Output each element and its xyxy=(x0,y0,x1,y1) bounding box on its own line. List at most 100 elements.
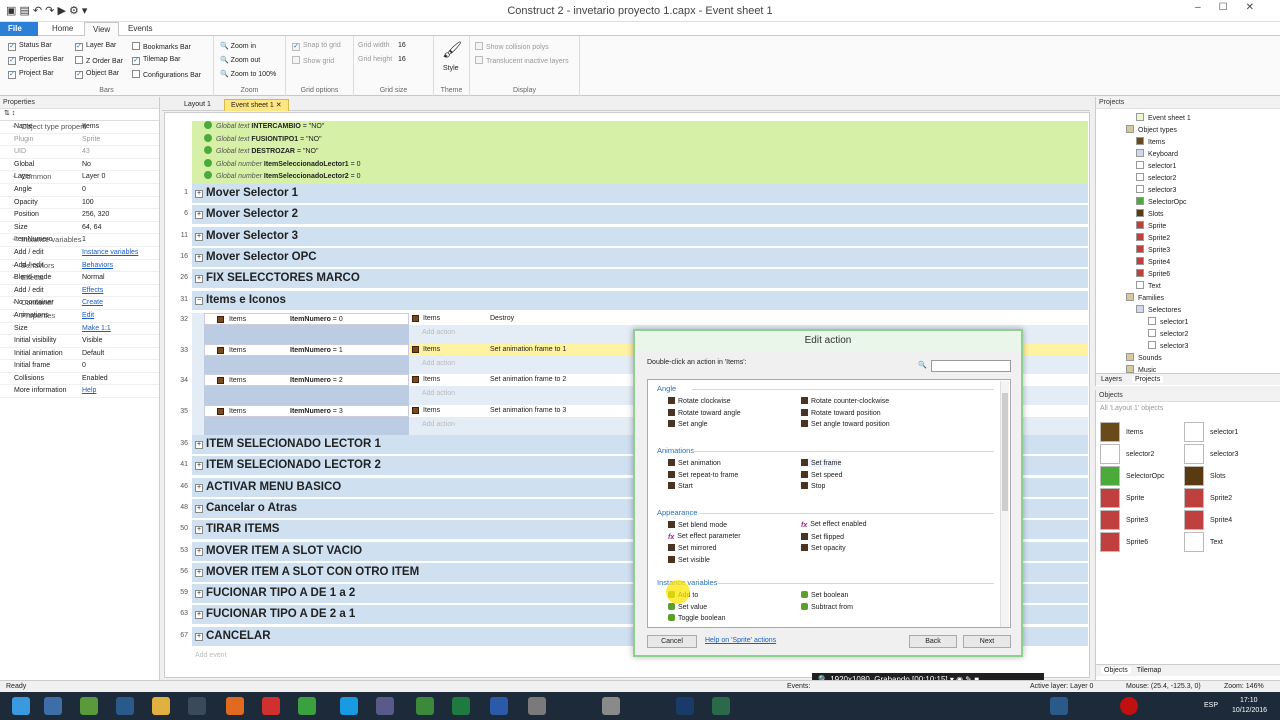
expand-icon[interactable]: + xyxy=(195,211,203,219)
excel-icon[interactable] xyxy=(452,697,470,715)
tab-projects[interactable]: Projects xyxy=(1131,376,1164,383)
action-item[interactable]: Set visible xyxy=(668,555,710,564)
next-button[interactable]: Next xyxy=(963,635,1011,648)
property-row[interactable]: Initial frame 0 xyxy=(0,360,159,373)
property-row[interactable]: Collisions Enabled xyxy=(0,373,159,386)
action-item[interactable]: Rotate toward position xyxy=(801,408,881,417)
tree-item[interactable]: Sprite3 xyxy=(1136,245,1170,254)
expand-icon[interactable]: + xyxy=(195,483,203,492)
condition-area[interactable] xyxy=(204,417,409,437)
property-value[interactable]: Create xyxy=(82,297,103,310)
grid-height-input[interactable]: 16 xyxy=(398,56,406,63)
style-button[interactable]: Style xyxy=(443,65,459,72)
property-value[interactable]: Help xyxy=(82,385,96,398)
action-item[interactable]: Set repeat-to frame xyxy=(668,470,738,479)
object-item[interactable]: Sprite4 xyxy=(1184,510,1232,530)
objects-filter[interactable]: All 'Layout 1' objects xyxy=(1096,402,1280,415)
action-item[interactable]: Rotate counter-clockwise xyxy=(801,397,889,405)
app-icon[interactable] xyxy=(416,697,434,715)
property-value[interactable]: Edit xyxy=(82,310,94,323)
property-row[interactable]: Initial animation Default xyxy=(0,348,159,361)
zoom-in-button[interactable]: 🔍 Zoom in xyxy=(220,42,256,50)
action-item[interactable]: Set mirrored xyxy=(668,544,717,552)
app-icon[interactable] xyxy=(44,697,62,715)
app-icon[interactable] xyxy=(80,697,98,715)
add-event-link[interactable]: Add event xyxy=(195,652,227,659)
tree-item[interactable]: Families xyxy=(1126,293,1164,302)
tree-item[interactable]: SelectorOpc xyxy=(1136,197,1187,206)
layer-bar-toggle[interactable]: ✓ Layer Bar xyxy=(75,42,116,51)
property-value[interactable]: Behaviors xyxy=(82,260,113,273)
tree-item[interactable]: selector2 xyxy=(1136,173,1176,182)
action-item[interactable]: fx Set effect enabled xyxy=(801,521,867,529)
action-item[interactable]: Set blend mode xyxy=(668,521,727,529)
project-bar-toggle[interactable]: ✓ Project Bar xyxy=(8,70,54,79)
chrome-icon[interactable] xyxy=(298,697,316,715)
grid-width-input[interactable]: 16 xyxy=(398,42,406,49)
cancel-button[interactable]: Cancel xyxy=(647,635,697,648)
property-row[interactable]: Position 256, 320 xyxy=(0,209,159,222)
tree-item[interactable]: selector3 xyxy=(1136,185,1176,194)
tree-item[interactable]: Selectores xyxy=(1136,305,1181,314)
event-group[interactable]: 16 + Mover Selector OPC xyxy=(180,248,1088,268)
action-item[interactable]: Set opacity xyxy=(801,544,846,552)
condition[interactable]: Items ItemNumero = 3 xyxy=(204,405,409,418)
action[interactable]: Items Destroy xyxy=(409,313,1088,325)
z-order-bar-toggle[interactable]: Z Order Bar xyxy=(75,56,123,65)
expand-icon[interactable]: + xyxy=(195,611,203,620)
tab-layers[interactable]: Layers xyxy=(1101,376,1122,383)
app-icon[interactable] xyxy=(376,697,394,715)
object-item[interactable]: selector3 xyxy=(1184,444,1238,464)
tree-item[interactable]: Text xyxy=(1136,281,1161,290)
properties-bar-toggle[interactable]: ✓ Properties Bar xyxy=(8,56,64,65)
action-item[interactable]: Rotate toward angle xyxy=(668,408,741,417)
expand-icon[interactable]: + xyxy=(195,526,203,535)
action-item[interactable]: Stop xyxy=(801,482,825,490)
action-item[interactable]: Set speed xyxy=(801,470,843,479)
property-row[interactable]: Animations Edit xyxy=(0,310,159,323)
sort-icon[interactable]: ⇅ ↕ xyxy=(0,109,159,121)
condition[interactable]: Items ItemNumero = 1 xyxy=(204,343,409,356)
expand-icon[interactable]: + xyxy=(195,504,203,513)
folder-icon[interactable] xyxy=(152,697,170,715)
property-row[interactable]: Size Make 1:1 xyxy=(0,323,159,336)
object-item[interactable]: Items xyxy=(1100,422,1143,442)
tree-item[interactable]: Sounds xyxy=(1126,353,1162,362)
action-item[interactable]: Toggle boolean xyxy=(668,614,726,622)
action-item[interactable]: Set animation xyxy=(668,459,721,467)
property-value[interactable]: Make 1:1 xyxy=(82,323,111,336)
nox-icon[interactable] xyxy=(712,697,730,715)
gear-icon[interactable] xyxy=(602,697,620,715)
object-item[interactable]: selector2 xyxy=(1100,444,1154,464)
show-grid-toggle[interactable]: Show grid xyxy=(292,56,334,65)
property-value[interactable]: Effects xyxy=(82,285,103,298)
add-action-link[interactable]: Add action xyxy=(422,329,455,336)
tree-item[interactable]: selector1 xyxy=(1148,317,1188,326)
skype-icon[interactable] xyxy=(340,697,358,715)
back-button[interactable]: Back xyxy=(909,635,957,648)
property-row[interactable]: Add / edit Instance variables xyxy=(0,247,159,260)
expand-icon[interactable]: + xyxy=(195,441,203,449)
event-group[interactable]: 1 + Mover Selector 1 xyxy=(184,184,1088,204)
action-item[interactable]: Subtract from xyxy=(801,602,853,611)
tree-item[interactable]: Slots xyxy=(1136,209,1164,218)
window-controls[interactable]: ‒☐✕ xyxy=(1195,2,1272,13)
property-row[interactable]: No container Create xyxy=(0,297,159,310)
object-item[interactable]: Slots xyxy=(1184,466,1226,486)
expand-icon[interactable]: + xyxy=(195,275,203,283)
event-group[interactable]: 26 + FIX SELECCTORES MARCO xyxy=(180,269,1088,289)
expand-icon[interactable]: + xyxy=(195,462,203,471)
global-variable[interactable]: Global number ItemSeleccionadoLector2 = … xyxy=(192,171,1088,184)
property-row[interactable]: Plugin Sprite xyxy=(0,134,159,147)
global-variable[interactable]: Global text FUSIONTIPO1 = "NO" xyxy=(192,133,1088,147)
property-row[interactable]: Add / edit Effects xyxy=(0,285,159,298)
settings-icon[interactable] xyxy=(528,697,546,715)
object-item[interactable]: Sprite6 xyxy=(1100,532,1148,552)
firefox-icon[interactable] xyxy=(226,697,244,715)
global-variable[interactable]: Global number ItemSeleccionadoLector1 = … xyxy=(192,158,1088,172)
status-bar-toggle[interactable]: ✓ Status Bar xyxy=(8,42,52,51)
tree-item[interactable]: Sprite4 xyxy=(1136,257,1170,266)
tree-item[interactable]: Event sheet 1 xyxy=(1136,113,1191,122)
expand-icon[interactable]: + xyxy=(195,547,203,556)
bookmarks-bar-toggle[interactable]: Bookmarks Bar xyxy=(132,42,191,51)
